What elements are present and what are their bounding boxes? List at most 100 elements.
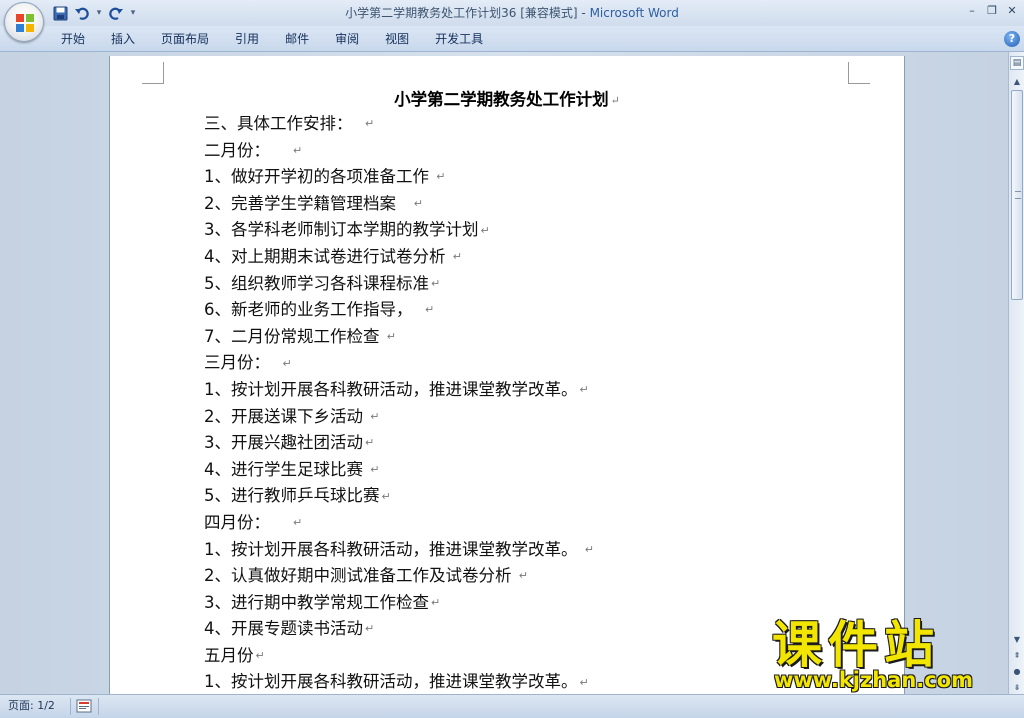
paragraph-mark: ↵	[579, 675, 589, 689]
tab-insert[interactable]: 插入	[98, 26, 148, 52]
document-line: 5、进行教师乒乓球比赛 ↵	[204, 483, 844, 510]
thumb-grip	[1015, 191, 1021, 199]
document-line: 1、按计划开展各科教研活动，推进课堂教学改革。 ↵	[204, 669, 844, 694]
document-line: 4、进行学生足球比赛 ↵	[204, 457, 844, 484]
scroll-thumb[interactable]	[1011, 90, 1023, 300]
document-line: 2、认真做好期中测试准备工作及试卷分析 ↵	[204, 563, 844, 590]
tab-view[interactable]: 视图	[372, 26, 422, 52]
paragraph-mark: ↵	[431, 276, 441, 290]
next-page-icon[interactable]: ⇟	[1010, 680, 1024, 694]
document-line: 1、按计划开展各科教研活动，推进课堂教学改革。 ↵	[204, 537, 844, 564]
paragraph-mark: ↵	[579, 383, 589, 397]
tab-home[interactable]: 开始	[48, 26, 98, 52]
save-icon[interactable]	[50, 3, 70, 23]
crop-mark-top-left	[142, 62, 164, 84]
undo-icon[interactable]	[72, 3, 92, 23]
status-separator	[70, 698, 71, 715]
scroll-down-icon[interactable]: ▼	[1010, 632, 1024, 646]
document-line-text: 6、新老师的业务工作指导，	[204, 300, 423, 320]
paragraph-mark: ↵	[413, 196, 423, 210]
help-icon[interactable]: ?	[1004, 31, 1020, 47]
paragraph-mark: ↵	[518, 569, 528, 583]
document-line-text: 2、完善学生学籍管理档案	[204, 193, 412, 213]
office-logo-icon	[16, 14, 34, 32]
document-page[interactable]: 小学第二学期教务处工作计划 ↵ 三、具体工作安排： ↵ 二月份： ↵ 1、做好开学初的…	[110, 56, 904, 694]
undo-dropdown-icon[interactable]: ▾	[94, 3, 104, 23]
document-line-text: 4、进行学生足球比赛	[204, 459, 369, 479]
quick-access-toolbar: ▾ ▾	[50, 3, 138, 23]
title-bar: ▾ ▾ 小学第二学期教务处工作计划36 [兼容模式] - Microsoft W…	[0, 0, 1024, 26]
document-line: 五月份 ↵	[204, 643, 844, 670]
app-name: Microsoft Word	[589, 6, 679, 20]
paragraph-mark: ↵	[452, 250, 462, 264]
document-line-text: 4、对上期期末试卷进行试卷分析	[204, 246, 451, 266]
document-line-text: 7、二月份常规工作检查	[204, 326, 385, 346]
paragraph-mark: ↵	[282, 356, 292, 370]
select-browse-object-icon[interactable]: ●	[1010, 664, 1024, 678]
document-title-text: 小学第二学期教务处工作计划	[394, 90, 609, 109]
tab-page-layout[interactable]: 页面布局	[148, 26, 222, 52]
document-line-text: 2、认真做好期中测试准备工作及试卷分析	[204, 566, 517, 586]
close-icon[interactable]: ✕	[1002, 1, 1022, 19]
document-title: 小学第二学期教务处工作计划 ↵	[110, 86, 904, 110]
tab-developer[interactable]: 开发工具	[422, 26, 496, 52]
paragraph-mark: ↵	[365, 117, 375, 131]
tab-review[interactable]: 审阅	[322, 26, 372, 52]
restore-icon[interactable]: ❐	[982, 1, 1002, 19]
document-line: 四月份： ↵	[204, 510, 844, 537]
paragraph-mark: ↵	[370, 409, 380, 423]
document-workspace: 小学第二学期教务处工作计划 ↵ 三、具体工作安排： ↵ 二月份： ↵ 1、做好开学初的…	[0, 52, 1008, 694]
paragraph-mark: ↵	[480, 223, 490, 237]
minimize-icon[interactable]: –	[962, 1, 982, 19]
paragraph-mark: ↵	[255, 649, 265, 663]
document-line-text: 1、按计划开展各科教研活动，推进课堂教学改革。	[204, 379, 578, 399]
paragraph-mark: ↵	[386, 329, 396, 343]
status-bar: 页面: 1/2	[0, 694, 1024, 718]
document-line-text: 5、组织教师学习各科课程标准	[204, 273, 429, 293]
document-line-text: 二月份：	[204, 140, 291, 160]
document-line: 4、对上期期末试卷进行试卷分析 ↵	[204, 244, 844, 271]
title-separator: -	[577, 6, 590, 20]
tab-references[interactable]: 引用	[222, 26, 272, 52]
customize-icon[interactable]: ▾	[128, 3, 138, 23]
document-name: 小学第二学期教务处工作计划36 [兼容模式]	[345, 6, 578, 20]
document-line: 三月份： ↵	[204, 350, 844, 377]
paragraph-mark: ↵	[365, 436, 375, 450]
office-button[interactable]	[4, 2, 44, 42]
view-ruler-icon[interactable]: ▤	[1010, 56, 1024, 70]
document-line: 4、开展专题读书活动 ↵	[204, 616, 844, 643]
previous-page-icon[interactable]: ⇞	[1010, 648, 1024, 662]
document-line-text: 3、进行期中教学常规工作检查	[204, 592, 429, 612]
scroll-up-icon[interactable]: ▲	[1010, 74, 1024, 88]
paragraph-mark: ↵	[381, 489, 391, 503]
ribbon: 开始 插入 页面布局 引用 邮件 审阅 视图 开发工具 ?	[0, 26, 1024, 52]
document-line: 3、开展兴趣社团活动 ↵	[204, 430, 844, 457]
window-title: 小学第二学期教务处工作计划36 [兼容模式] - Microsoft Word	[0, 0, 1024, 26]
paragraph-mark: ↵	[365, 622, 375, 636]
document-line-text: 1、按计划开展各科教研活动，推进课堂教学改革。	[204, 672, 578, 692]
crop-mark-top-right	[848, 62, 870, 84]
paragraph-mark: ↵	[425, 303, 435, 317]
document-line: 1、按计划开展各科教研活动，推进课堂教学改革。 ↵	[204, 377, 844, 404]
document-line-text: 4、开展专题读书活动	[204, 619, 363, 639]
ribbon-tabs: 开始 插入 页面布局 引用 邮件 审阅 视图 开发工具	[48, 26, 496, 52]
vertical-scrollbar[interactable]: ▤ ▲ ▼ ⇞ ● ⇟	[1008, 52, 1024, 694]
paragraph-mark: ↵	[584, 542, 594, 556]
document-line-text: 5、进行教师乒乓球比赛	[204, 486, 380, 506]
status-separator	[98, 698, 99, 715]
document-line: 3、各学科老师制订本学期的教学计划 ↵	[204, 217, 844, 244]
paragraph-mark: ↵	[370, 462, 380, 476]
document-line: 2、完善学生学籍管理档案 ↵	[204, 191, 844, 218]
redo-icon[interactable]	[106, 3, 126, 23]
document-line-text: 3、开展兴趣社团活动	[204, 433, 363, 453]
document-line-text: 三、具体工作安排：	[204, 114, 363, 133]
document-line-text: 3、各学科老师制订本学期的教学计划	[204, 220, 479, 240]
document-line-text: 三月份：	[204, 353, 281, 373]
paragraph-mark: ↵	[292, 143, 303, 157]
paragraph-mark: ↵	[292, 516, 303, 530]
watermark-logo: 课件站	[772, 616, 940, 674]
proofing-icon[interactable]	[76, 699, 92, 713]
document-line: 7、二月份常规工作检查 ↵	[204, 324, 844, 351]
page-indicator[interactable]: 页面: 1/2	[8, 695, 55, 718]
tab-mailings[interactable]: 邮件	[272, 26, 322, 52]
